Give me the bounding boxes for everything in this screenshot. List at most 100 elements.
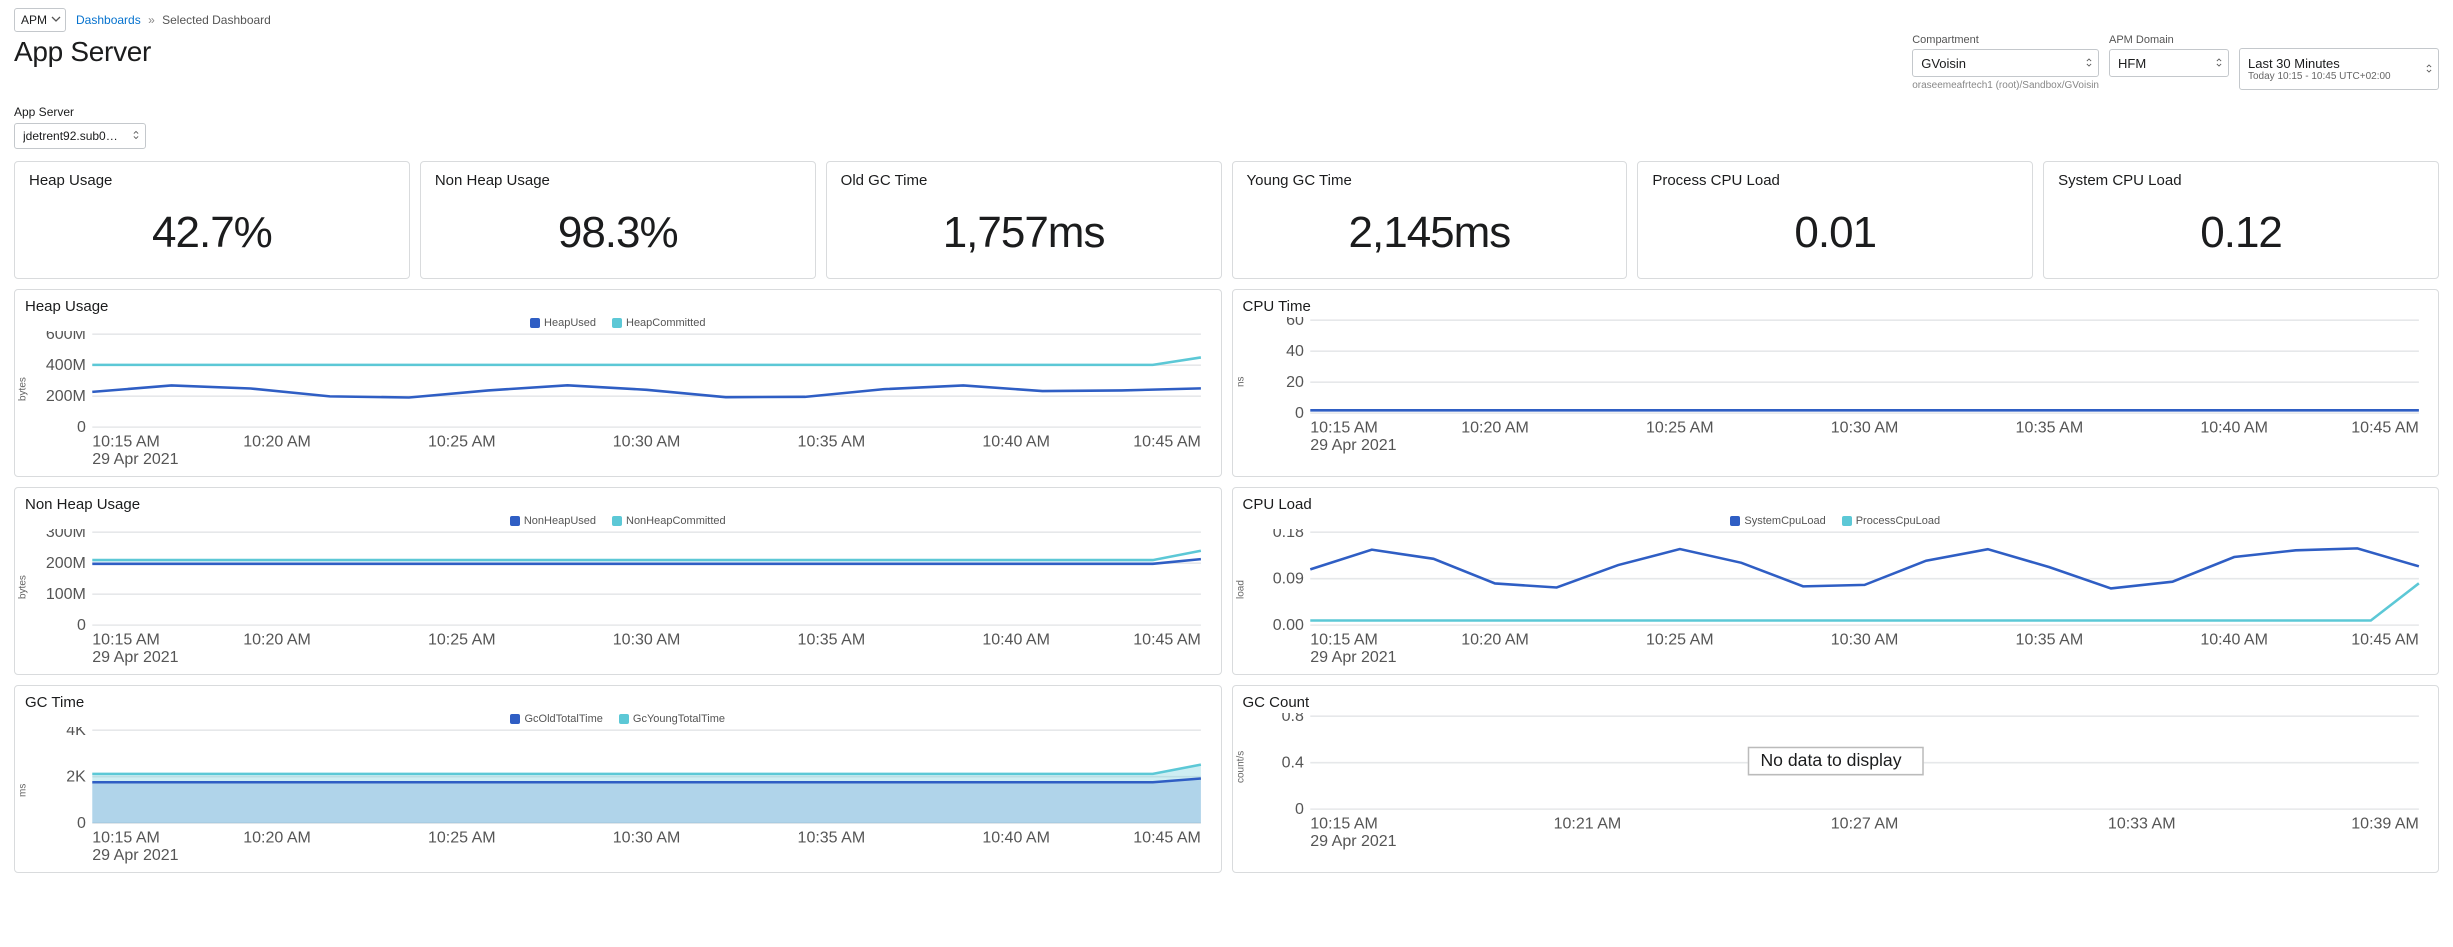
svg-text:10:40 AM: 10:40 AM — [982, 433, 1050, 450]
time-range-select[interactable]: Last 30 Minutes Today 10:15 - 10:45 UTC+… — [2239, 48, 2439, 90]
svg-text:40: 40 — [1286, 343, 1304, 360]
y-axis-label: ns — [1235, 377, 1246, 388]
kpi-card: Old GC Time 1,757ms — [826, 161, 1222, 279]
kpi-value: 98.3% — [435, 199, 801, 268]
chart-cputime: CPU Time ns 020406010:15 AM29 Apr 202110… — [1232, 289, 2440, 477]
no-data-label: No data to display — [1747, 746, 1923, 775]
kpi-value: 42.7% — [29, 199, 395, 268]
app-selector[interactable]: APM — [14, 8, 66, 32]
svg-text:10:35 AM: 10:35 AM — [2015, 631, 2083, 648]
svg-text:10:25 AM: 10:25 AM — [428, 829, 496, 846]
app-server-value: jdetrent92.sub08261403… — [23, 129, 123, 143]
kpi-card: Heap Usage 42.7% — [14, 161, 410, 279]
compartment-label: Compartment — [1912, 34, 2099, 46]
svg-text:10:15 AM: 10:15 AM — [1310, 815, 1378, 832]
chart-cpuload: CPU Load SystemCpuLoadProcessCpuLoad loa… — [1232, 487, 2440, 675]
svg-text:0.4: 0.4 — [1281, 754, 1303, 771]
kpi-row: Heap Usage 42.7%Non Heap Usage 98.3%Old … — [14, 161, 2439, 279]
chart-title: Heap Usage — [25, 298, 1211, 315]
app-server-select[interactable]: jdetrent92.sub08261403… — [14, 123, 146, 149]
svg-text:600M: 600M — [46, 331, 86, 343]
svg-text:10:40 AM: 10:40 AM — [982, 631, 1050, 648]
breadcrumb-sep: » — [148, 13, 155, 27]
chart-area[interactable]: bytes 0200M400M600M10:15 AM29 Apr 202110… — [25, 331, 1211, 472]
svg-text:10:15 AM: 10:15 AM — [1310, 631, 1378, 648]
legend-item: HeapUsed — [530, 317, 596, 329]
y-axis-label: load — [1235, 580, 1246, 599]
svg-text:10:30 AM: 10:30 AM — [613, 433, 681, 450]
svg-text:100M: 100M — [46, 586, 86, 603]
page-title: App Server — [14, 36, 151, 68]
chart-area[interactable]: ms 02K4K10:15 AM29 Apr 202110:20 AM10:25… — [25, 727, 1211, 868]
legend-item: GcOldTotalTime — [510, 713, 602, 725]
kpi-title: Process CPU Load — [1652, 172, 2018, 189]
compartment-select[interactable]: GVoisin — [1912, 49, 2099, 77]
svg-text:10:45 AM: 10:45 AM — [1133, 631, 1201, 648]
chart-legend: GcOldTotalTime GcYoungTotalTime — [25, 713, 1211, 725]
breadcrumb-link[interactable]: Dashboards — [76, 13, 141, 27]
domain-select[interactable]: HFM — [2109, 49, 2229, 77]
svg-text:10:20 AM: 10:20 AM — [243, 433, 311, 450]
svg-text:10:35 AM: 10:35 AM — [2015, 419, 2083, 436]
kpi-title: System CPU Load — [2058, 172, 2424, 189]
svg-text:2K: 2K — [66, 768, 86, 785]
svg-text:29 Apr 2021: 29 Apr 2021 — [92, 649, 178, 666]
time-range-sub: Today 10:15 - 10:45 UTC+02:00 — [2248, 71, 2416, 82]
kpi-title: Old GC Time — [841, 172, 1207, 189]
y-axis-label: ms — [18, 784, 29, 797]
chart-title: CPU Time — [1243, 298, 2429, 315]
svg-text:0.09: 0.09 — [1272, 570, 1303, 587]
chart-area[interactable]: bytes 0100M200M300M10:15 AM29 Apr 202110… — [25, 529, 1211, 670]
svg-text:29 Apr 2021: 29 Apr 2021 — [1310, 833, 1396, 850]
svg-text:10:40 AM: 10:40 AM — [2200, 631, 2268, 648]
svg-text:10:45 AM: 10:45 AM — [2351, 419, 2419, 436]
svg-text:400M: 400M — [46, 357, 86, 374]
chart-area[interactable]: count/s 00.40.810:15 AM29 Apr 202110:21 … — [1243, 713, 2429, 854]
svg-text:0: 0 — [1294, 801, 1303, 818]
legend-item: GcYoungTotalTime — [619, 713, 725, 725]
legend-item: NonHeapCommitted — [612, 515, 726, 527]
svg-text:10:27 AM: 10:27 AM — [1830, 815, 1898, 832]
y-axis-label: bytes — [18, 377, 29, 401]
chart-legend: HeapUsed HeapCommitted — [25, 317, 1211, 329]
svg-text:10:20 AM: 10:20 AM — [1461, 631, 1529, 648]
svg-text:10:30 AM: 10:30 AM — [613, 631, 681, 648]
svg-text:10:40 AM: 10:40 AM — [982, 829, 1050, 846]
svg-text:0.00: 0.00 — [1272, 617, 1303, 634]
svg-text:10:30 AM: 10:30 AM — [1830, 419, 1898, 436]
compartment-path: oraseemeafrtech1 (root)/Sandbox/GVoisin — [1912, 80, 2099, 91]
svg-text:0: 0 — [77, 617, 86, 634]
legend-item: SystemCpuLoad — [1730, 515, 1825, 527]
chevron-updown-icon — [2084, 56, 2094, 71]
svg-text:200M: 200M — [46, 555, 86, 572]
svg-text:10:40 AM: 10:40 AM — [2200, 419, 2268, 436]
header-controls: Compartment GVoisin oraseemeafrtech1 (ro… — [1912, 34, 2439, 91]
chart-gctime: GC Time GcOldTotalTime GcYoungTotalTime m… — [14, 685, 1222, 873]
svg-text:0: 0 — [1294, 405, 1303, 422]
chart-nonheap: Non Heap Usage NonHeapUsedNonHeapCommitt… — [14, 487, 1222, 675]
compartment-value: GVoisin — [1921, 56, 1966, 71]
legend-item: HeapCommitted — [612, 317, 705, 329]
svg-text:0.18: 0.18 — [1272, 529, 1303, 541]
chart-area[interactable]: ns 020406010:15 AM29 Apr 202110:20 AM10:… — [1243, 317, 2429, 458]
chart-grid: Heap Usage HeapUsed HeapCommitted bytes 0… — [14, 289, 2439, 873]
svg-text:0.8: 0.8 — [1281, 713, 1303, 725]
svg-text:10:15 AM: 10:15 AM — [92, 829, 160, 846]
legend-item: NonHeapUsed — [510, 515, 596, 527]
time-range-main: Last 30 Minutes — [2248, 56, 2416, 71]
kpi-value: 0.01 — [1652, 199, 2018, 268]
breadcrumb: Dashboards » Selected Dashboard — [76, 13, 271, 27]
chart-gccount: GC Count count/s 00.40.810:15 AM29 Apr 2… — [1232, 685, 2440, 873]
chart-area[interactable]: load 0.000.090.1810:15 AM29 Apr 202110:2… — [1243, 529, 2429, 670]
chart-heap: Heap Usage HeapUsedHeapCommitted bytes 0… — [14, 289, 1222, 477]
svg-text:29 Apr 2021: 29 Apr 2021 — [92, 847, 178, 864]
kpi-card: Non Heap Usage 98.3% — [420, 161, 816, 279]
chart-title: GC Time — [25, 694, 1211, 711]
svg-text:10:35 AM: 10:35 AM — [798, 433, 866, 450]
svg-text:10:30 AM: 10:30 AM — [1830, 631, 1898, 648]
svg-text:10:39 AM: 10:39 AM — [2351, 815, 2419, 832]
chevron-down-icon — [51, 13, 61, 27]
chart-legend: SystemCpuLoadProcessCpuLoad — [1243, 515, 2429, 527]
svg-text:10:15 AM: 10:15 AM — [92, 631, 160, 648]
svg-text:10:25 AM: 10:25 AM — [1646, 631, 1714, 648]
